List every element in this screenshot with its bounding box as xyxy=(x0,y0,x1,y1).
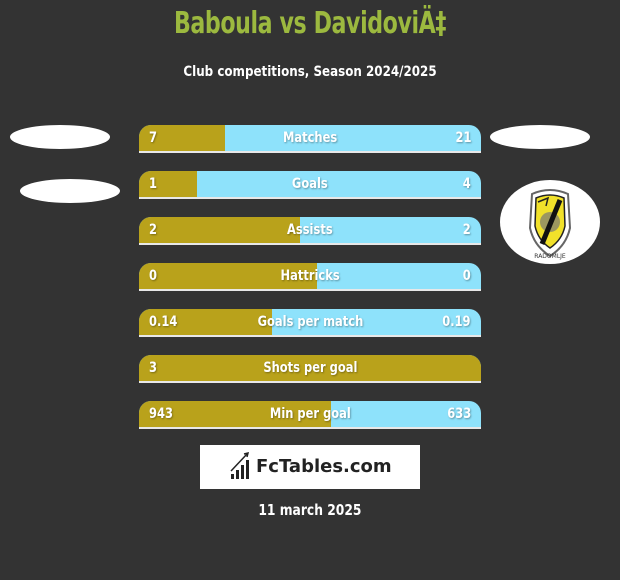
svg-text:RADOMLJE: RADOMLJE xyxy=(534,253,566,260)
stat-label: Goals per match xyxy=(257,314,363,330)
page-subtitle: Club competitions, Season 2024/2025 xyxy=(183,64,437,80)
right-value: 0 xyxy=(463,268,471,284)
right-player-avatar xyxy=(490,125,590,149)
stat-row: 1 Goals 4 xyxy=(139,171,481,199)
stat-row: 0 Hattricks 0 xyxy=(139,263,481,291)
stat-label: Min per goal xyxy=(269,406,351,422)
fctables-logo[interactable]: FcTables.com xyxy=(200,445,420,489)
stat-label: Matches xyxy=(282,130,338,146)
stat-row: 943 Min per goal 633 xyxy=(139,401,481,429)
date-label: 11 march 2025 xyxy=(258,501,362,519)
stat-row: 0.14 Goals per match 0.19 xyxy=(139,309,481,337)
right-value: 0.19 xyxy=(442,314,471,330)
stat-row: 2 Assists 2 xyxy=(139,217,481,245)
page-title: Baboula vs DavidoviÄ‡ xyxy=(173,6,447,41)
bar-chart-icon xyxy=(230,451,250,479)
stat-row: 7 Matches 21 xyxy=(139,125,481,153)
right-value: 4 xyxy=(463,176,471,192)
left-team-logo xyxy=(20,179,120,203)
right-value: 21 xyxy=(455,130,471,146)
stat-label: Assists xyxy=(287,222,333,238)
stat-label: Shots per goal xyxy=(262,360,358,376)
stat-row: 3 Shots per goal xyxy=(139,355,481,383)
left-player-avatar xyxy=(10,125,110,149)
stat-label: Goals xyxy=(292,176,328,192)
right-value: 2 xyxy=(463,222,471,238)
right-team-logo: RADOMLJE xyxy=(500,180,600,264)
club-crest-icon: RADOMLJE xyxy=(528,189,572,260)
stat-label: Hattricks xyxy=(280,268,340,284)
brand-name: FcTables.com xyxy=(256,456,392,477)
right-value: 633 xyxy=(447,406,471,422)
